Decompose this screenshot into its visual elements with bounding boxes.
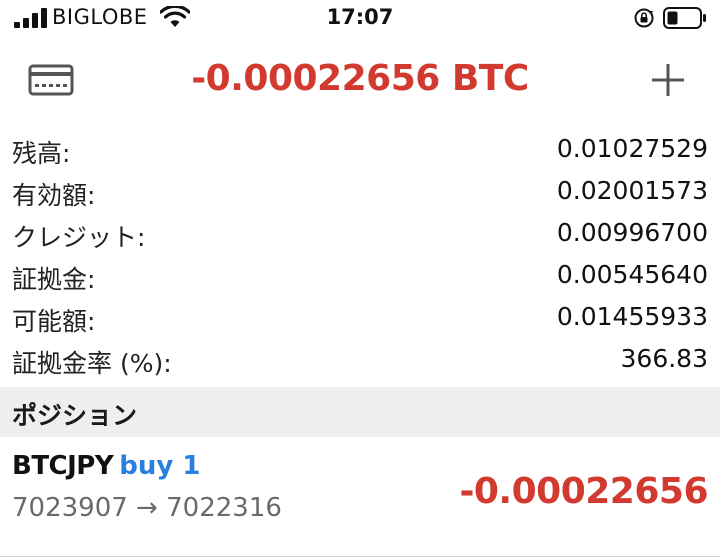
equity-value: 0.02001573 [556,176,708,205]
status-time: 17:07 [326,5,394,29]
margin-value: 0.00545640 [556,260,708,289]
positions-section-title: ポジション [12,401,138,430]
position-profit: -0.00022656 [459,471,708,512]
account-row-margin-level: 証拠金率 (%): 366.83 [0,340,720,382]
positions-section-header: ポジション [0,387,720,437]
position-prices: 7023907 → 7022316 [12,493,282,523]
position-symbol: BTCJPY [12,451,114,481]
status-bar: BIGLOBE 17:07 [0,0,720,40]
account-row-margin: 証拠金: 0.00545640 [0,256,720,298]
account-row-free-margin: 可能額: 0.01455933 [0,298,720,340]
trade-header: -0.00022656 BTC [0,48,720,112]
account-row-equity: 有効額: 0.02001573 [0,172,720,214]
position-list-item[interactable]: BTCJPY buy 1 7023907 → 7022316 -0.0002265… [0,437,720,537]
balance-value: 0.01027529 [556,134,708,163]
margin-level-value: 366.83 [620,344,708,373]
account-summary: 残高: 0.01027529 有効額: 0.02001573 クレジット: 0.… [0,130,720,382]
account-row-balance: 残高: 0.01027529 [0,130,720,172]
equity-label: 有効額: [12,181,96,210]
app-root: BIGLOBE 17:07 -0.00022656 BTC 残高: 0.0102… [0,0,720,560]
position-side: buy 1 [119,451,201,481]
credit-label: クレジット: [12,223,146,252]
plus-icon[interactable] [650,62,686,98]
margin-label: 証拠金: [12,265,96,294]
account-row-credit: クレジット: 0.00996700 [0,214,720,256]
margin-level-label: 証拠金率 (%): [12,349,172,378]
free-margin-value: 0.01455933 [556,302,708,331]
free-margin-label: 可能額: [12,307,96,336]
battery-icon [663,7,706,29]
credit-value: 0.00996700 [556,218,708,247]
position-title: BTCJPY buy 1 [12,451,200,481]
list-divider [0,556,720,557]
balance-label: 残高: [12,139,71,168]
orientation-lock-icon [634,8,654,28]
total-profit-title: -0.00022656 BTC [191,58,529,99]
